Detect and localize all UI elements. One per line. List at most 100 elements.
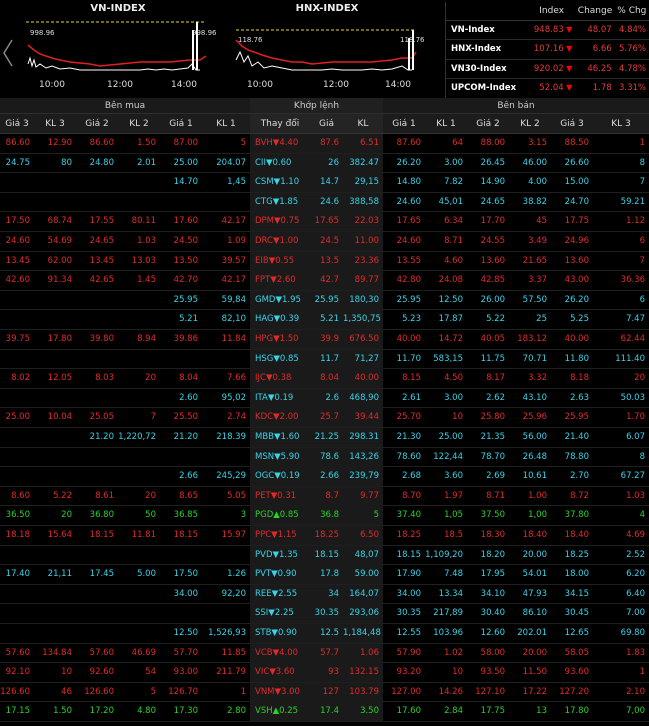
bid-vol-3: 12.90 — [47, 138, 72, 148]
stock-symbol[interactable]: REE▼2.55 — [250, 584, 310, 604]
table-row[interactable]: 25.00 10.04 25.05 7 25.50 2.74 KDC▼2.00 25.7 39.… — [0, 408, 649, 428]
stock-symbol[interactable]: HAG▼0.39 — [250, 310, 310, 330]
table-row[interactable]: 24.75 80 24.80 2.01 25.00 204.07 CII▼0.60 26 382… — [0, 153, 649, 174]
table-row[interactable]: 17.15 1.50 17.20 4.80 17.30 2.80 VSH▲0.25 17.4 3… — [0, 702, 649, 722]
stock-symbol[interactable]: FPT▼2.60 — [250, 271, 310, 291]
stock-symbol[interactable]: GMD▼1.95 — [250, 290, 310, 310]
chevron-left-icon[interactable] — [2, 38, 14, 68]
table-row[interactable]: 25.95 59,84 GMD▼1.95 25.95 180,30 25.95 12.50 2… — [0, 290, 649, 311]
column-header-ask-vol-2[interactable]: KL 2 — [509, 114, 551, 134]
stock-symbol[interactable]: CTG▼1.85 — [250, 192, 310, 212]
hnx-index-chart[interactable]: HNX-INDEX 118.76 118.76 10:00 12:00 14:0… — [232, 0, 425, 98]
ask-vol-2: 46.00 — [522, 157, 547, 168]
column-header-bid-vol-3[interactable]: KL 3 — [34, 114, 76, 134]
table-row[interactable]: 17.40 21,11 17.45 5.00 17.50 1.26 PVT▼0.90 17.8… — [0, 565, 649, 585]
table-row[interactable]: 14.70 1,45 CSM▼1.10 14.7 29,15 14.80 7.82 14.90… — [0, 173, 649, 193]
table-row[interactable]: 42.60 91.34 42.65 1.45 42.70 42.17 FPT▼2.60 42.… — [0, 271, 649, 291]
column-header-bid-price-3[interactable]: Giá 3 — [0, 114, 34, 134]
stock-symbol[interactable]: HPG▼1.50 — [250, 330, 310, 349]
table-row[interactable]: 2.60 95,02 ITA▼0.19 2.6 468,90 2.61 3.00 2.62 43… — [0, 388, 649, 409]
table-row[interactable]: 8.02 12.05 8.03 20 8.04 7.66 IJC▼0.38 8.04 40.00… — [0, 369, 649, 389]
table-row[interactable]: 24.60 54.69 24.65 1.03 24.50 1.09 DRC▼1.00 24.5… — [0, 232, 649, 252]
column-header-bid-vol-1[interactable]: KL 1 — [202, 114, 250, 134]
table-row[interactable]: 18.18 15.64 18.15 11.81 18.15 15.97 PPC▼1.15 18… — [0, 526, 649, 546]
stock-symbol[interactable]: VSH▲0.25 — [250, 702, 310, 722]
table-row[interactable]: 34.00 92,20 REE▼2.55 34 164,07 34.00 13.34 34.1… — [0, 584, 649, 605]
match-price: 14.7 — [310, 173, 343, 193]
stock-symbol[interactable]: MSN▼5.90 — [250, 447, 310, 467]
stock-symbol[interactable]: VIC▼3.60 — [250, 663, 310, 683]
match-price: 93 — [310, 663, 343, 683]
ask-price-3: 24.70 — [564, 196, 589, 207]
bid-vol-2: 5.00 — [137, 569, 156, 580]
stock-symbol[interactable]: IJC▼0.38 — [250, 369, 310, 389]
stock-symbol[interactable]: PPC▼1.15 — [250, 526, 310, 545]
stock-symbol[interactable]: SSI▼2.25 — [250, 604, 310, 624]
bid-price-1: 25.50 — [173, 412, 198, 423]
table-row[interactable]: CTG▼1.85 24.6 388,58 24.60 45,01 24.65 38.82 24… — [0, 192, 649, 213]
table-row[interactable]: 57.60 134.84 57.60 46.69 57.70 11.85 VCB▼4.00 5… — [0, 643, 649, 664]
index-row[interactable]: UPCOM-Index52.041.783.31% — [446, 78, 649, 99]
table-row[interactable]: MSN▼5.90 78.6 143,26 78.60 122,44 78.70 26.48 7… — [0, 447, 649, 468]
column-header-bid-vol-2[interactable]: KL 2 — [118, 114, 160, 134]
column-header-bid-price-2[interactable]: Giá 2 — [76, 114, 118, 134]
ask-price-1: 37.40 — [396, 510, 421, 521]
stock-symbol[interactable]: PVT▼0.90 — [250, 565, 310, 585]
table-row[interactable]: 13.45 62.00 13.45 13.03 13.50 39.57 EIB▼0.55 13… — [0, 251, 649, 272]
index-row[interactable]: VN30-Index920.0246.254.78% — [446, 59, 649, 79]
stock-symbol[interactable]: VNM▼3.00 — [250, 682, 310, 702]
stock-symbol[interactable]: CII▼0.60 — [250, 153, 310, 173]
column-header-ask-price-3[interactable]: Giá 3 — [551, 114, 593, 134]
stock-symbol[interactable]: ITA▼0.19 — [250, 388, 310, 408]
column-header-match-vol[interactable]: KL — [343, 114, 383, 134]
ask-vol-3: 1 — [639, 138, 645, 148]
index-row[interactable]: VN-Index948.8348.074.84% — [446, 20, 649, 40]
stock-symbol[interactable]: CSM▼1.10 — [250, 173, 310, 193]
table-row[interactable]: 12.50 1,526,93 STB▼0.90 12.5 1,184,48 12.55 10… — [0, 624, 649, 644]
table-row[interactable]: 36.50 20 36.80 50 36.85 3 PGD▲0.85 36.8 5 37.40 1,… — [0, 506, 649, 526]
table-row[interactable]: 86.60 12.90 86.60 1.50 87.00 5 BVH▼4.40 87.6 6.5… — [0, 134, 649, 154]
stock-symbol[interactable]: HSG▼0.85 — [250, 349, 310, 369]
table-row[interactable]: PVD▼1.35 18.15 48,07 18.15 1,109,20 18.20 20.0… — [0, 545, 649, 566]
stock-symbol[interactable]: DPM▼0.75 — [250, 212, 310, 232]
stock-symbol[interactable]: DRC▼1.00 — [250, 232, 310, 251]
index-row[interactable]: HNX-Index107.166.665.76% — [446, 39, 649, 60]
column-header-change[interactable]: Thay đổi — [250, 114, 310, 134]
stock-symbol[interactable]: PET▼0.31 — [250, 486, 310, 506]
column-header-ask-price-1[interactable]: Giá 1 — [383, 114, 425, 134]
table-row[interactable]: 39.75 17.80 39.80 8.94 39.86 11.84 HPG▼1.50 39.… — [0, 330, 649, 350]
vn-index-chart[interactable]: VN-INDEX 998.96 998.96 10:00 12:00 14:00 — [20, 0, 217, 98]
bid-price-1 — [160, 193, 202, 212]
column-header-ask-vol-3[interactable]: KL 3 — [593, 114, 649, 134]
bid-price-1: 34.00 — [173, 588, 198, 599]
bid-price-1: 25.95 — [173, 294, 198, 305]
column-header-match-price[interactable]: Giá — [310, 114, 343, 134]
table-row[interactable]: 5.21 82,10 HAG▼0.39 5.21 1,350,75 5.23 17.87 5.… — [0, 310, 649, 330]
stock-symbol[interactable]: BVH▼4.40 — [250, 134, 310, 153]
stock-symbol[interactable]: PGD▲0.85 — [250, 506, 310, 526]
table-row[interactable]: 92.10 10 92.60 54 93.00 211.79 VIC▼3.60 93 132.1… — [0, 663, 649, 683]
stock-symbol[interactable]: VCB▼4.00 — [250, 643, 310, 663]
match-vol: 1,184,48 — [343, 624, 383, 643]
stock-symbol[interactable]: STB▼0.90 — [250, 624, 310, 643]
table-row[interactable]: 126.60 46 126.60 5 126.70 1 VNM▼3.00 127 103.79 1… — [0, 682, 649, 703]
column-header-bid-price-1[interactable]: Giá 1 — [160, 114, 202, 134]
table-row[interactable]: 8.60 5.22 8.61 20 8.65 5.05 PET▼0.31 8.7 9.77 8.7… — [0, 486, 649, 507]
ask-price-1: 8.70 — [402, 490, 421, 501]
table-row[interactable]: HSG▼0.85 11.7 71,27 11.70 583,15 11.75 70.71 11… — [0, 349, 649, 370]
stock-symbol[interactable]: KDC▼2.00 — [250, 408, 310, 428]
ask-vol-1: 12.50 — [438, 294, 463, 305]
stock-symbol[interactable]: PVD▼1.35 — [250, 545, 310, 565]
match-vol: 132.15 — [343, 663, 383, 683]
table-row[interactable]: 17.50 68.74 17.55 80.11 17.60 42.17 DPM▼0.75 17… — [0, 212, 649, 232]
stock-symbol[interactable]: MBB▼1.60 — [250, 428, 310, 447]
table-row[interactable]: 21.20 1,220,72 21.20 218.39 MBB▼1.60 21.25 298… — [0, 428, 649, 448]
column-header-ask-price-2[interactable]: Giá 2 — [467, 114, 509, 134]
bid-vol-1: 15.97 — [221, 530, 246, 540]
table-row[interactable]: 2.66 245,29 OGC▼0.19 2.66 239,79 2.68 3.60 2.69… — [0, 467, 649, 487]
table-row[interactable]: SSI▼2.25 30.35 293,06 30.35 217,89 30.40 86.10… — [0, 604, 649, 624]
column-header-ask-vol-1[interactable]: KL 1 — [425, 114, 467, 134]
stock-symbol[interactable]: EIB▼0.55 — [250, 251, 310, 271]
stock-symbol[interactable]: OGC▼0.19 — [250, 467, 310, 487]
bid-price-3: 8.60 — [11, 490, 30, 501]
